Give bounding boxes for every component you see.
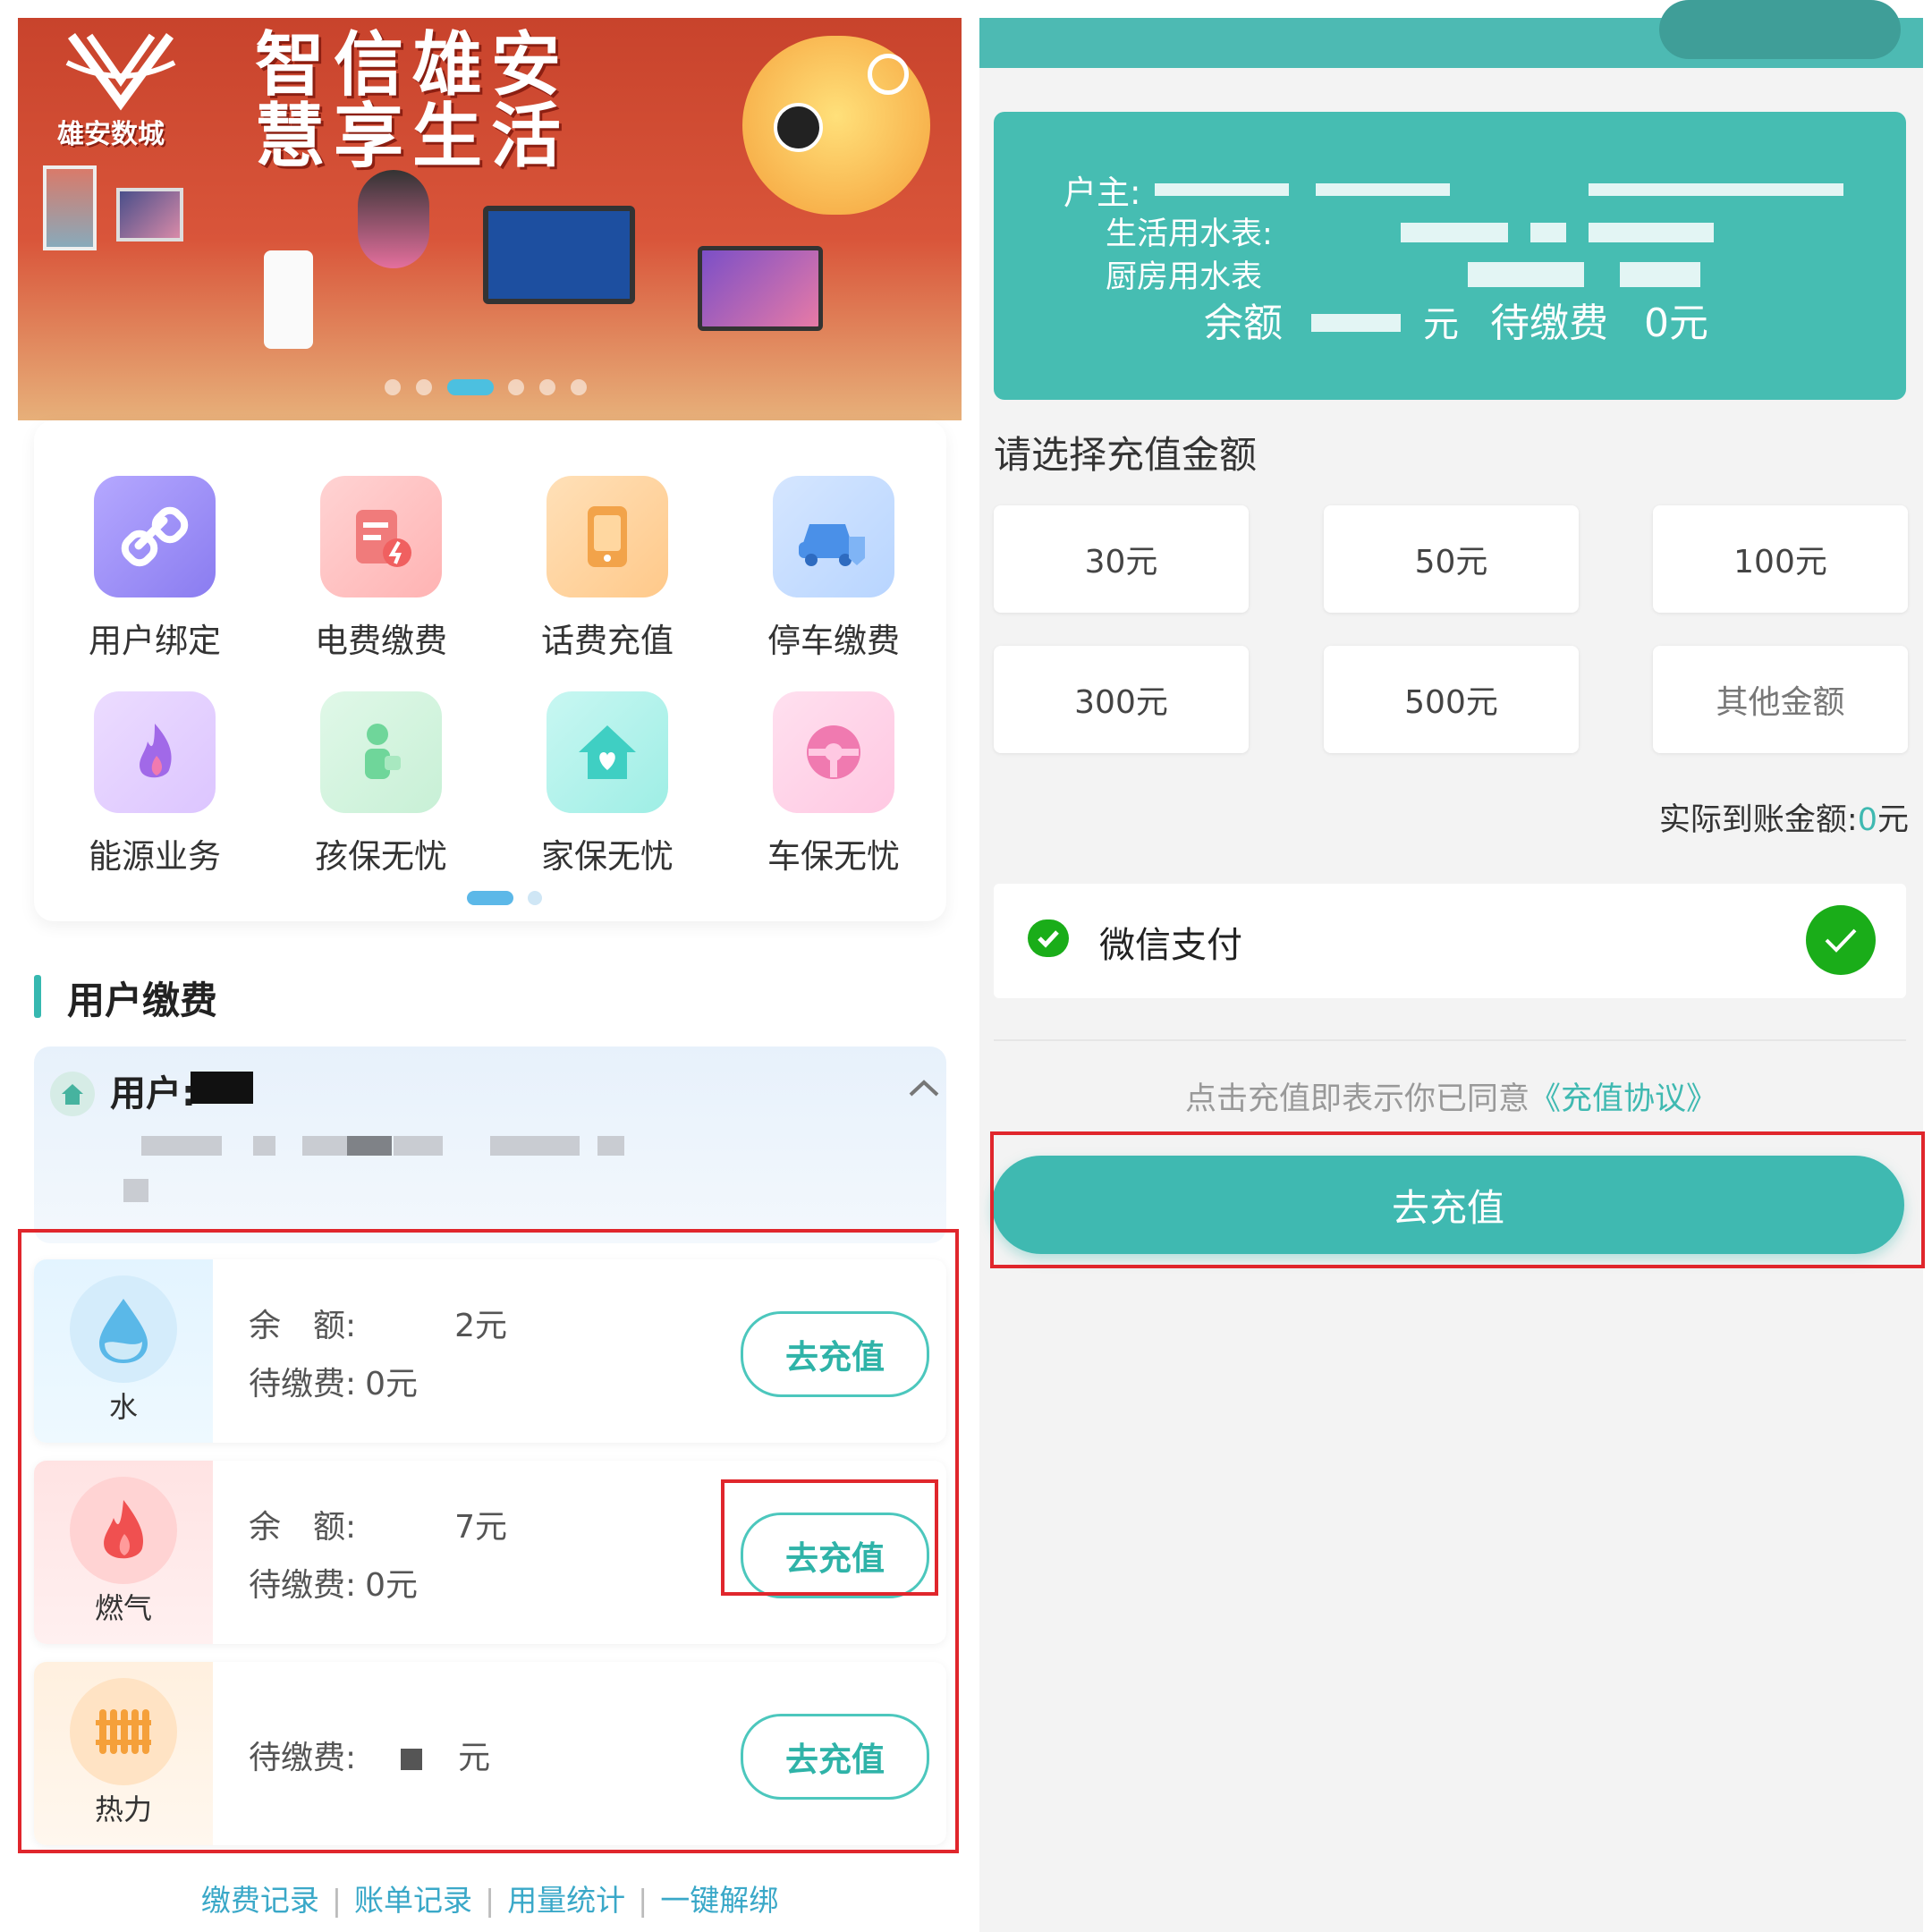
- link-usage-stats[interactable]: 用量统计: [507, 1883, 625, 1918]
- actual-amount-unit: 元: [1877, 802, 1909, 838]
- product-speaker: [358, 170, 429, 268]
- service-home-insurance[interactable]: 家保无忧: [500, 691, 715, 877]
- amount-option-100[interactable]: 100元: [1653, 505, 1908, 613]
- agreement-text: 点击充值即表示你已同意《充值协议》: [979, 1073, 1923, 1119]
- carousel-dot[interactable]: [416, 379, 432, 395]
- service-energy[interactable]: 能源业务: [47, 691, 262, 877]
- service-label: 停车缴费: [767, 622, 900, 660]
- service-car-insurance[interactable]: 车保无忧: [726, 691, 941, 877]
- electric-bill-icon: [320, 476, 442, 597]
- service-phone-recharge[interactable]: 话费充值: [500, 476, 715, 662]
- child-insurance-icon: [320, 691, 442, 813]
- left-screen: 雄安数城 智信雄安 慧享生活 用户绑定 电费缴费 话费充值 停车缴费 能源业务 …: [18, 18, 962, 1932]
- grid-page-dot-active: [467, 891, 513, 905]
- amount-option-50[interactable]: 50元: [1324, 505, 1579, 613]
- recharge-button-highlight-box: [990, 1131, 1925, 1268]
- house-heart-icon: [547, 691, 668, 813]
- parking-car-icon: [773, 476, 894, 597]
- service-label: 车保无忧: [767, 837, 900, 876]
- link-unbind[interactable]: 一键解绑: [660, 1883, 778, 1918]
- account-info-card: 户主: 生活用水表: 厨房用水表 余额 元 待缴费 0元: [994, 112, 1906, 400]
- carousel-dot[interactable]: [539, 379, 555, 395]
- service-parking[interactable]: 停车缴费: [726, 476, 941, 662]
- steering-wheel-icon: [773, 691, 894, 813]
- user-card[interactable]: 用户:: [34, 1046, 946, 1243]
- service-label: 家保无忧: [541, 837, 674, 876]
- service-user-binding[interactable]: 用户绑定: [47, 476, 262, 662]
- link-separator: |: [331, 1883, 342, 1918]
- amount-option-other[interactable]: 其他金额: [1653, 646, 1908, 753]
- link-separator: |: [638, 1883, 648, 1918]
- amount-option-500[interactable]: 500元: [1324, 646, 1579, 753]
- payment-method-label: 微信支付: [1099, 925, 1242, 966]
- capsule-menu-button[interactable]: [1659, 0, 1901, 59]
- chevron-up-icon[interactable]: [906, 1075, 942, 1102]
- selected-check-icon[interactable]: [1806, 905, 1876, 975]
- gas-button-highlight-box: [721, 1479, 938, 1596]
- actual-amount-label: 实际到账金额:: [1658, 802, 1858, 838]
- due-label: 待缴费: [1490, 301, 1608, 346]
- phone-recharge-icon: [547, 476, 668, 597]
- service-label: 用户绑定: [89, 622, 221, 660]
- carousel-dot[interactable]: [385, 379, 401, 395]
- wechat-pay-icon: [1028, 919, 1069, 957]
- select-amount-title: 请选择充值金额: [994, 433, 1258, 477]
- service-electric-bill[interactable]: 电费缴费: [274, 476, 488, 662]
- brand-name: 雄安数城: [57, 119, 165, 150]
- product-stand-display: [43, 165, 97, 250]
- dragon-eye: [774, 103, 823, 152]
- right-screen: 户主: 生活用水表: 厨房用水表 余额 元 待缴费 0元 请选择充值金额 30元…: [979, 0, 1925, 1932]
- product-laptop: [483, 206, 635, 304]
- service-label: 电费缴费: [315, 622, 447, 660]
- xiongan-logo-icon: [65, 33, 176, 111]
- section-title: 用户缴费: [67, 979, 218, 1022]
- service-child-insurance[interactable]: 孩保无忧: [274, 691, 488, 877]
- flame-icon: [94, 691, 216, 813]
- service-label: 话费充值: [541, 622, 674, 660]
- link-bill-records[interactable]: 账单记录: [354, 1883, 472, 1918]
- amount-option-30[interactable]: 30元: [994, 505, 1249, 613]
- promo-banner[interactable]: 雄安数城 智信雄安 慧享生活: [18, 18, 962, 420]
- redacted-user-name: [191, 1072, 253, 1104]
- bottom-links: 缴费记录 | 账单记录 | 用量统计 | 一键解绑: [18, 1877, 962, 1919]
- service-label: 能源业务: [89, 837, 221, 876]
- home-icon: [50, 1072, 95, 1116]
- link-icon: [94, 476, 216, 597]
- top-nav-bar: [979, 0, 1923, 68]
- divider: [994, 1039, 1906, 1041]
- balance-label: 余额: [1204, 301, 1283, 346]
- product-tablet: [698, 246, 823, 331]
- due-value: 0元: [1644, 301, 1708, 346]
- carousel-dot-active[interactable]: [447, 379, 494, 395]
- link-separator: |: [484, 1883, 496, 1918]
- amount-option-300[interactable]: 300元: [994, 646, 1249, 753]
- section-accent-bar: [34, 975, 41, 1018]
- owner-label: 户主:: [1063, 174, 1141, 212]
- actual-amount: 实际到账金额:0元: [1659, 794, 1909, 840]
- carousel-dot[interactable]: [571, 379, 587, 395]
- link-payment-records[interactable]: 缴费记录: [201, 1883, 319, 1918]
- balance-unit: 元: [1423, 304, 1459, 345]
- banner-slogan-line2: 慧享生活: [255, 97, 571, 177]
- product-router: [264, 250, 313, 349]
- product-monitor: [116, 188, 183, 242]
- grid-page-dot: [528, 891, 542, 905]
- payment-method-row[interactable]: 微信支付: [994, 884, 1906, 998]
- user-label: 用户:: [110, 1073, 196, 1114]
- actual-amount-value: 0: [1857, 802, 1877, 838]
- camera-icon[interactable]: [868, 54, 909, 95]
- service-grid: 用户绑定 电费缴费 话费充值 停车缴费 能源业务 孩保无忧 家保无忧 车保无忧: [34, 420, 946, 921]
- water-meter-label: 生活用水表:: [1106, 216, 1273, 252]
- service-label: 孩保无忧: [315, 837, 447, 876]
- recharge-agreement-link[interactable]: 《充值协议》: [1530, 1081, 1717, 1117]
- carousel-dot[interactable]: [508, 379, 524, 395]
- agreement-prefix: 点击充值即表示你已同意: [1184, 1081, 1530, 1117]
